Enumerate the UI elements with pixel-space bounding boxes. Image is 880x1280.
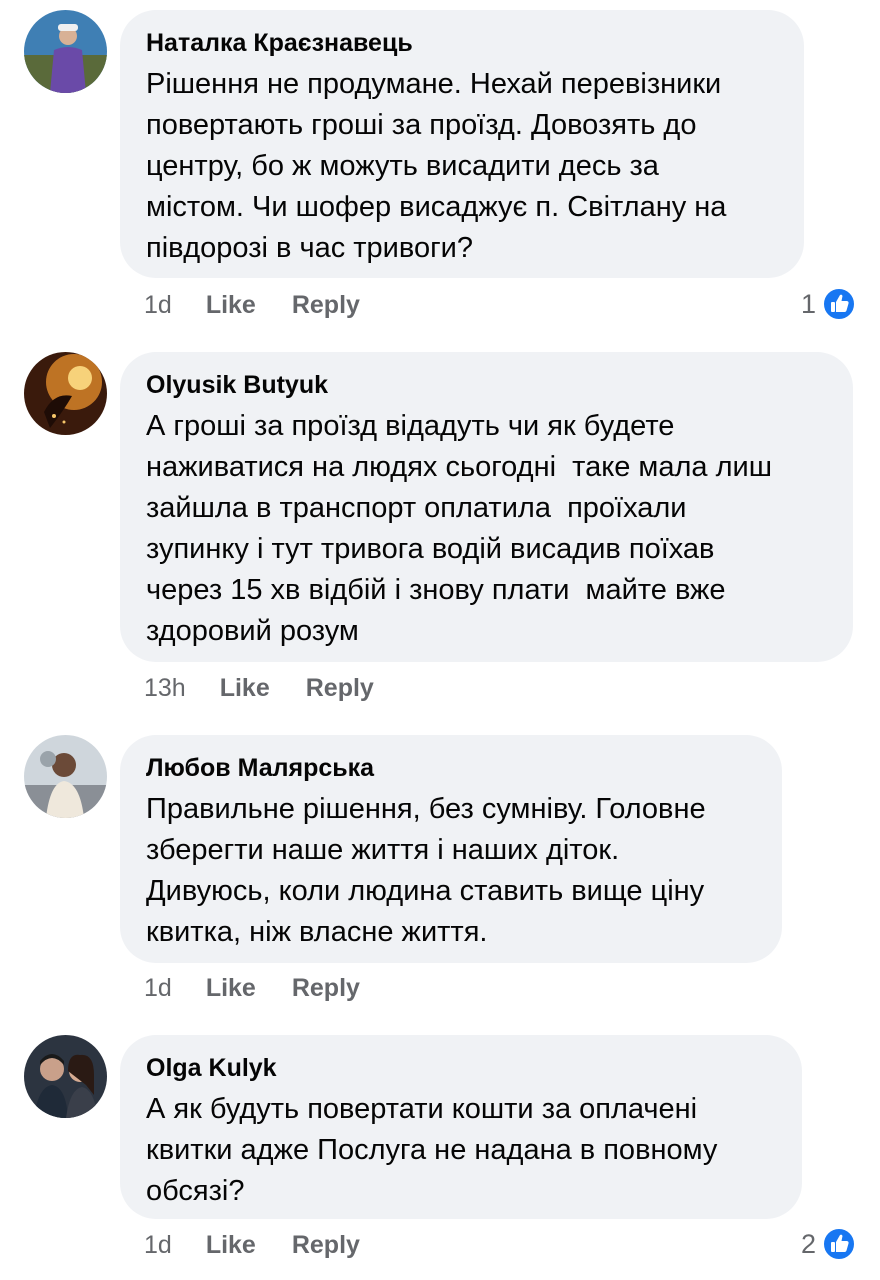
like-button[interactable]: Like: [206, 1231, 256, 1260]
avatar-photo: [24, 735, 107, 818]
comment-author[interactable]: Любов Малярська: [146, 753, 756, 783]
comment-time[interactable]: 1d: [144, 291, 172, 320]
comment-author[interactable]: Olyusik Butyuk: [146, 370, 827, 400]
comment-bubble: Наталка Краєзнавець Рішення не продумане…: [120, 10, 804, 278]
comment-time[interactable]: 1d: [144, 1231, 172, 1260]
like-button[interactable]: Like: [206, 974, 256, 1003]
thumbs-up-icon: [822, 287, 856, 321]
comment-author[interactable]: Наталка Краєзнавець: [146, 28, 778, 58]
comment-time[interactable]: 1d: [144, 974, 172, 1003]
comment-author[interactable]: Olga Kulyk: [146, 1053, 776, 1083]
reaction-count: 2: [800, 1228, 816, 1259]
comment-actions: 13h Like Reply: [144, 672, 410, 704]
avatar[interactable]: [24, 735, 107, 818]
thumbs-up-icon: [822, 1227, 856, 1261]
comment-bubble: Olyusik Butyuk А гроші за проїзд відадут…: [120, 352, 853, 662]
avatar-photo: [24, 1035, 107, 1118]
like-button[interactable]: Like: [220, 674, 270, 703]
comment-actions: 1d Like Reply: [144, 972, 396, 1004]
comment-actions: 1d Like Reply: [144, 1229, 396, 1261]
reply-button[interactable]: Reply: [292, 1231, 360, 1260]
comment-actions: 1d Like Reply: [144, 289, 396, 321]
avatar[interactable]: [24, 352, 107, 435]
avatar-photo: [24, 10, 107, 93]
reaction-summary[interactable]: 1: [801, 286, 856, 322]
comment-time[interactable]: 13h: [144, 674, 186, 703]
avatar-photo: [24, 352, 107, 435]
comment-bubble: Olga Kulyk А як будуть повертати кошти з…: [120, 1035, 802, 1219]
reaction-count: 1: [800, 288, 816, 319]
like-button[interactable]: Like: [206, 291, 256, 320]
reply-button[interactable]: Reply: [292, 291, 360, 320]
avatar[interactable]: [24, 10, 107, 93]
comment-text: Рішення не продумане. Нехай перевізники …: [146, 68, 727, 264]
comment-text: А як будуть повертати кошти за оплачені …: [146, 1093, 718, 1207]
avatar[interactable]: [24, 1035, 107, 1118]
comment-text: А гроші за проїзд відадуть чи як будете …: [146, 410, 772, 647]
reaction-summary[interactable]: 2: [801, 1226, 856, 1262]
comment-bubble: Любов Малярська Правильне рішення, без с…: [120, 735, 782, 963]
comment-text: Правильне рішення, без сумніву. Головне …: [146, 793, 706, 948]
reply-button[interactable]: Reply: [292, 974, 360, 1003]
reply-button[interactable]: Reply: [306, 674, 374, 703]
